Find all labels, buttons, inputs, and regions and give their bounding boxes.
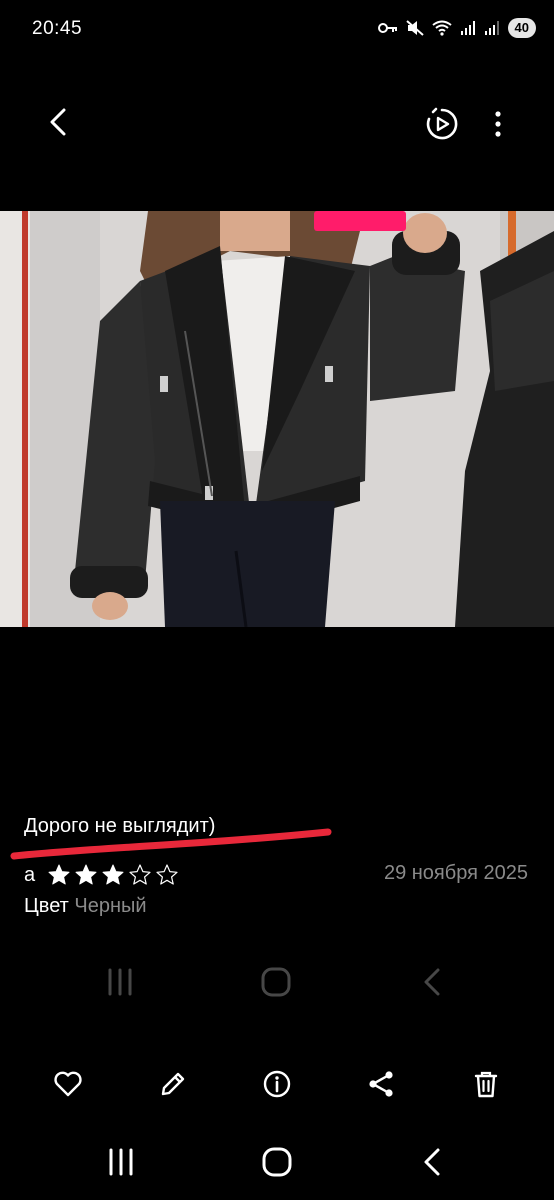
- motion-photo-icon: [426, 107, 458, 140]
- share-icon: [369, 1071, 393, 1097]
- recents-icon: [109, 1148, 133, 1176]
- back-ghost: [412, 962, 452, 1002]
- wifi-icon: [431, 20, 452, 36]
- heart-icon: [54, 1071, 82, 1097]
- chevron-left-icon: [50, 108, 66, 136]
- recents-icon: [108, 968, 132, 996]
- nav-back-button[interactable]: [410, 1142, 454, 1182]
- color-value: Черный: [74, 895, 147, 917]
- home-icon: [261, 967, 291, 997]
- key-icon: [377, 23, 397, 33]
- star-filled-icon: [48, 864, 70, 885]
- edit-button[interactable]: [151, 1062, 195, 1106]
- review-date: 29 ноября 2025: [383, 862, 528, 884]
- back-nav-icon: [424, 968, 440, 996]
- back-nav-icon: [424, 1148, 440, 1176]
- star-filled-icon: [75, 864, 97, 885]
- star-filled-icon: [102, 864, 124, 885]
- mute-icon: [405, 20, 424, 36]
- nav-recents-button[interactable]: [99, 1142, 143, 1182]
- color-row: Цвет Черный: [24, 895, 147, 918]
- favorite-button[interactable]: [46, 1062, 90, 1106]
- status-time: 20:45: [32, 18, 83, 39]
- trash-icon: [474, 1071, 498, 1098]
- review-title: Дорого не выглядит): [24, 815, 216, 837]
- star-empty-icon: [129, 864, 151, 885]
- photo-illustration: [0, 211, 554, 627]
- more-vertical-icon: [495, 111, 501, 137]
- star-rating: [47, 863, 179, 887]
- home-ghost: [256, 962, 296, 1002]
- color-label: Цвет: [24, 895, 69, 917]
- delete-button[interactable]: [464, 1062, 508, 1106]
- home-icon: [262, 1147, 292, 1177]
- details-button[interactable]: [255, 1062, 299, 1106]
- more-options-button[interactable]: [482, 102, 514, 146]
- review-photo[interactable]: [0, 211, 554, 627]
- back-button[interactable]: [40, 102, 80, 142]
- edit-icon: [161, 1072, 185, 1096]
- share-button[interactable]: [359, 1062, 403, 1106]
- battery-indicator: 40: [507, 18, 536, 38]
- status-icons: 40: [377, 18, 536, 38]
- motion-photo-button[interactable]: [420, 102, 464, 146]
- signal-icon: [484, 21, 499, 35]
- rating-prefix: а: [24, 863, 36, 886]
- nav-home-button[interactable]: [255, 1142, 299, 1182]
- star-empty-icon: [156, 864, 178, 885]
- rating-row: а: [24, 861, 179, 889]
- recents-ghost: [100, 962, 140, 1002]
- info-icon: [263, 1070, 291, 1098]
- signal-icon: [460, 21, 475, 35]
